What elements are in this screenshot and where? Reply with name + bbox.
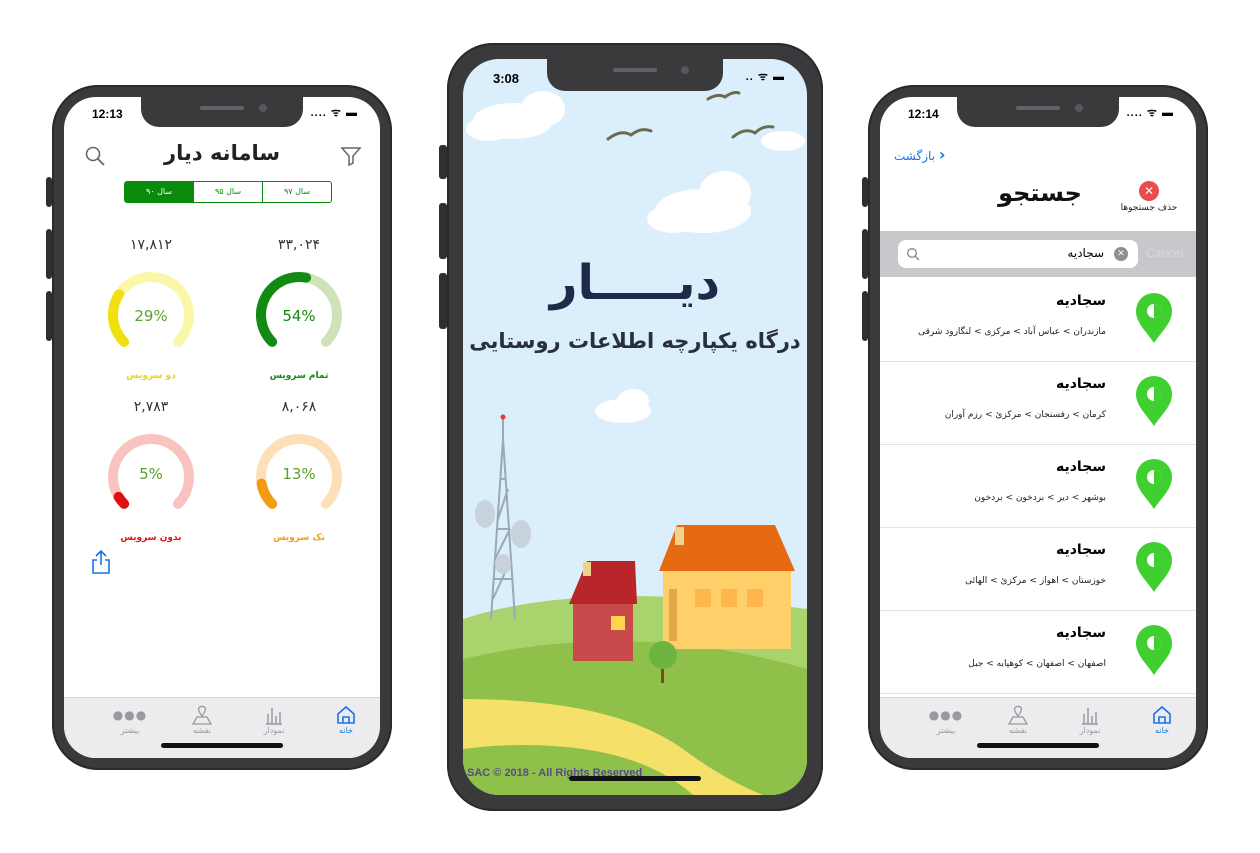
result-path: کرمان > رفسنجان > مرکزئ > رزم آوران [944, 410, 1106, 420]
tab-home-label: خانه [1155, 726, 1169, 735]
filter-icon[interactable] [340, 145, 362, 167]
tab-home-label: خانه [339, 726, 353, 735]
location-pin-icon [1136, 542, 1172, 592]
tab-more-label: بیشتر [120, 726, 140, 735]
page-title: سامانه دیار [164, 141, 280, 165]
status-time: 3:08 [493, 71, 520, 86]
list-item[interactable]: سجادیه اصفهان > اصفهان > کوهپایه > جبل [880, 611, 1196, 694]
chart-icon [244, 704, 304, 726]
gauge-label-full: تمام سرویس [269, 371, 329, 381]
year-segmented-control: سال ۹۰ سال ۹۵ سال ۹۷ [124, 181, 332, 203]
home-indicator [569, 776, 701, 781]
results-list: سجادیه مازندران > عباس آباد > مرکزی > لن… [880, 279, 1196, 699]
search-icon [906, 246, 920, 265]
map-icon [988, 704, 1048, 726]
tab-bar: خانه نمودار نقشه ●●● بیشتر [880, 697, 1196, 758]
tab-home[interactable]: خانه [316, 704, 376, 735]
search-screen: 12:14 .... ᯤ ▬ ‹ بازگشت جستجو ✕ حذف جستجو… [880, 97, 1196, 758]
list-item[interactable]: سجادیه بوشهر > دیر > بردخون > بردخون [880, 445, 1196, 528]
home-icon [1132, 704, 1192, 726]
home-indicator [161, 743, 283, 748]
chart-icon [1060, 704, 1120, 726]
gauge-percent-full: 54% [282, 307, 316, 325]
phone-right: 12:14 .... ᯤ ▬ ‹ بازگشت جستجو ✕ حذف جستجو… [862, 85, 1208, 770]
app-logo: دیـــــار [549, 255, 721, 311]
search-input[interactable]: سجادیه [1067, 246, 1104, 260]
search-bar: سجادیه ✕ Cancel [880, 231, 1196, 277]
tab-chart[interactable]: نمودار [1060, 704, 1120, 735]
list-item[interactable]: سجادیه خوزستان > اهواز > مرکزئ > الهائی [880, 528, 1196, 611]
home-indicator [977, 743, 1099, 748]
back-button[interactable]: ‹ بازگشت [894, 145, 945, 164]
clear-searches-label: حذف جستجوها [1120, 203, 1178, 213]
year-tab-95[interactable]: سال ۹۵ [193, 182, 262, 202]
close-circle-icon: ✕ [1139, 181, 1159, 201]
status-icons: .. ᯤ ▬ [745, 71, 785, 83]
location-pin-icon [1136, 459, 1172, 509]
result-title: سجادیه [1055, 625, 1106, 641]
home-icon [316, 704, 376, 726]
tab-bar: خانه نمودار نقشه ●●● بیشتر [64, 697, 380, 758]
tab-map-label: نقشه [193, 726, 211, 735]
list-item[interactable]: سجادیه کرمان > رفسنجان > مرکزئ > رزم آور… [880, 362, 1196, 445]
tab-more[interactable]: ●●● بیشتر [916, 704, 976, 735]
cancel-button[interactable]: Cancel [1146, 246, 1183, 260]
result-title: سجادیه [1055, 459, 1106, 475]
phone-left: 12:13 .... ᯤ ▬ سامانه دیار سال ۹۰ سال ۹۵ … [46, 85, 392, 770]
more-icon: ●●● [928, 708, 964, 722]
chevron-left-icon: ‹ [938, 145, 946, 164]
gauge-value-single: ۸,۰۶۸ [281, 399, 317, 415]
dashboard-screen: 12:13 .... ᯤ ▬ سامانه دیار سال ۹۰ سال ۹۵ … [64, 97, 380, 758]
gauge-value-two: ۱۷,۸۱۲ [129, 237, 173, 253]
year-tab-90[interactable]: سال ۹۰ [125, 182, 193, 202]
location-pin-icon [1136, 376, 1172, 426]
splash-illustration [463, 91, 807, 795]
result-title: سجادیه [1055, 542, 1106, 558]
back-label: بازگشت [894, 149, 935, 163]
result-path: مازندران > عباس آباد > مرکزی > لنگارود ش… [918, 327, 1106, 337]
tab-chart-label: نمودار [263, 726, 285, 735]
status-time: 12:13 [92, 107, 123, 121]
result-path: اصفهان > اصفهان > کوهپایه > جبل [968, 659, 1106, 669]
status-icons: .... ᯤ ▬ [310, 107, 358, 119]
tab-more-label: بیشتر [936, 726, 956, 735]
clear-text-icon[interactable]: ✕ [1114, 247, 1128, 261]
location-pin-icon [1136, 625, 1172, 675]
tab-home[interactable]: خانه [1132, 704, 1192, 735]
tab-chart-label: نمودار [1079, 726, 1101, 735]
app-subtitle: درگاه یکپارچه اطلاعات روستایی [469, 329, 801, 353]
clear-searches-button[interactable]: ✕ حذف جستجوها [1114, 181, 1184, 213]
gauge-value-arc [113, 491, 130, 509]
result-title: سجادیه [1055, 376, 1106, 392]
gauge-percent-single: 13% [282, 465, 316, 483]
tab-map[interactable]: نقشه [988, 704, 1048, 735]
page-title: جستجو [998, 179, 1082, 207]
list-item[interactable]: سجادیه مازندران > عباس آباد > مرکزی > لن… [880, 279, 1196, 362]
status-icons: .... ᯤ ▬ [1126, 107, 1174, 119]
share-icon[interactable] [90, 549, 112, 575]
tab-map-label: نقشه [1009, 726, 1027, 735]
gauge-value-none: ۲,۷۸۳ [133, 399, 169, 415]
tab-map[interactable]: نقشه [172, 704, 232, 735]
year-tab-97[interactable]: سال ۹۷ [262, 182, 331, 202]
gauge-label-two: دو سرویس [126, 371, 176, 381]
result-path: خوزستان > اهواز > مرکزئ > الهائی [965, 576, 1106, 586]
map-icon [172, 704, 232, 726]
result-title: سجادیه [1055, 293, 1106, 309]
result-path: بوشهر > دیر > بردخون > بردخون [974, 493, 1106, 503]
gauge-value-full: ۳۳,۰۲۴ [277, 237, 321, 253]
search-field[interactable]: سجادیه ✕ [898, 240, 1138, 268]
tab-chart[interactable]: نمودار [244, 704, 304, 735]
gauge-percent-none: 5% [139, 465, 163, 483]
splash-screen: 3:08 .. ᯤ ▬ دیـــــار درگاه یکپارچه اطلاع… [463, 59, 807, 795]
gauge-percent-two: 29% [134, 307, 168, 325]
phone-center: 3:08 .. ᯤ ▬ دیـــــار درگاه یکپارچه اطلاع… [439, 43, 823, 811]
location-pin-icon [1136, 293, 1172, 343]
tab-more[interactable]: ●●● بیشتر [100, 704, 160, 735]
more-icon: ●●● [112, 708, 148, 722]
gauge-label-none: بدون سرویس [120, 533, 182, 543]
status-time: 12:14 [908, 107, 939, 121]
gauge-label-single: تک سرویس [273, 533, 325, 543]
